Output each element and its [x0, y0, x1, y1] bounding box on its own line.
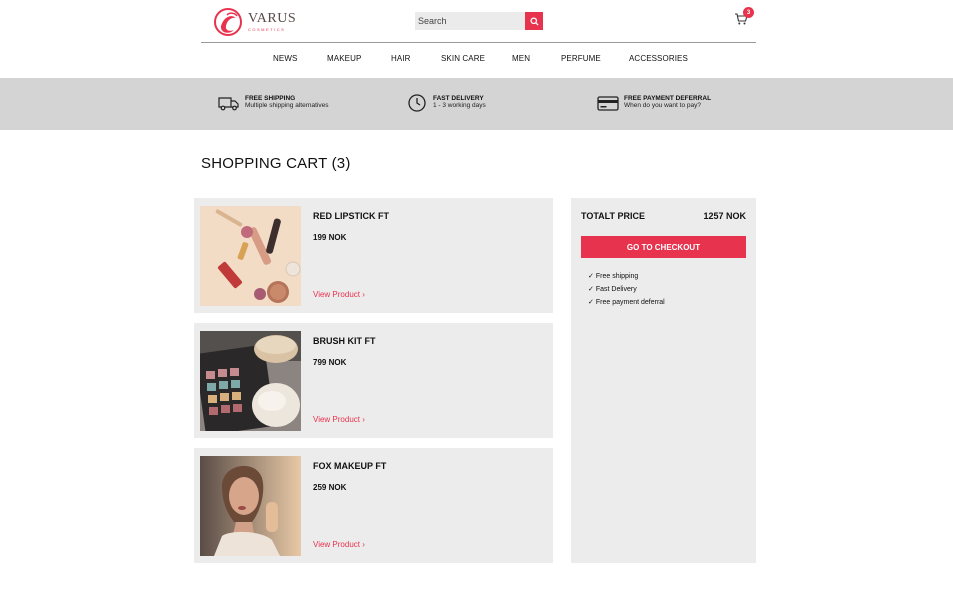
nav-item-makeup[interactable]: MAKEUP: [327, 54, 361, 63]
credit-card-icon: [597, 93, 619, 113]
cart-item: BRUSH KIT FT 799 NOK View Product ›: [194, 323, 553, 438]
cart-item: RED LIPSTICK FT 199 NOK View Product ›: [194, 198, 553, 313]
logo-emblem-icon: [214, 8, 242, 36]
product-name[interactable]: BRUSH KIT FT: [313, 336, 376, 346]
nav-item-hair[interactable]: HAIR: [391, 54, 411, 63]
feature-fast-delivery: FAST DELIVERY 1 - 3 working days: [406, 93, 486, 113]
feature-subtitle: Multiple shipping alternatives: [245, 102, 329, 109]
cart-item: FOX MAKEUP FT 259 NOK View Product ›: [194, 448, 553, 563]
perk-label: Fast Delivery: [595, 286, 637, 293]
total-price-label: TOTALT PRICE: [581, 211, 645, 221]
clock-icon: [406, 93, 428, 113]
feature-subtitle: When do you want to pay?: [624, 102, 701, 109]
cart-button[interactable]: 3: [734, 7, 754, 28]
search-bar: [415, 12, 543, 30]
perk-item: ✓ Fast Delivery: [588, 283, 665, 296]
view-product-link[interactable]: View Product ›: [313, 540, 365, 549]
brand-tagline: COSMETICS: [248, 27, 286, 32]
perk-label: Free payment deferral: [595, 299, 665, 306]
perk-item: ✓ Free payment deferral: [588, 296, 665, 309]
cart-count-badge: 3: [743, 7, 754, 18]
feature-free-shipping: FREE SHIPPING Multiple shipping alternat…: [218, 93, 328, 113]
check-icon: ✓: [588, 286, 594, 293]
product-image[interactable]: [200, 206, 301, 306]
product-image[interactable]: [200, 456, 301, 556]
product-name[interactable]: RED LIPSTICK FT: [313, 211, 389, 221]
view-product-link[interactable]: View Product ›: [313, 415, 365, 424]
nav-item-perfume[interactable]: PERFUME: [561, 54, 601, 63]
site-header: VARUS COSMETICS 3: [201, 0, 756, 43]
search-input[interactable]: [415, 12, 525, 30]
perk-item: ✓ Free shipping: [588, 270, 665, 283]
check-icon: ✓: [588, 299, 594, 306]
nav-item-accessories[interactable]: ACCESSORIES: [629, 54, 688, 63]
checkout-button[interactable]: GO TO CHECKOUT: [581, 236, 746, 258]
total-price-value: 1257 NOK: [703, 211, 746, 221]
feature-subtitle: 1 - 3 working days: [433, 102, 486, 109]
view-product-link[interactable]: View Product ›: [313, 290, 365, 299]
search-icon: [529, 16, 539, 26]
product-price: 259 NOK: [313, 483, 347, 492]
features-band: FREE SHIPPING Multiple shipping alternat…: [0, 78, 953, 130]
nav-item-skin-care[interactable]: SKIN CARE: [441, 54, 485, 63]
feature-payment-deferral: FREE PAYMENT DEFERRAL When do you want t…: [597, 93, 711, 113]
product-price: 799 NOK: [313, 358, 347, 367]
brand-name: VARUS: [248, 11, 297, 26]
nav-item-news[interactable]: NEWS: [273, 54, 297, 63]
perk-label: Free shipping: [595, 273, 639, 280]
delivery-truck-icon: [218, 93, 240, 113]
order-summary: TOTALT PRICE 1257 NOK GO TO CHECKOUT ✓ Fr…: [571, 198, 756, 563]
search-button[interactable]: [525, 12, 543, 30]
perks-list: ✓ Free shipping ✓ Fast Delivery ✓ Free paym…: [588, 270, 665, 309]
check-icon: ✓: [588, 273, 594, 280]
nav-item-men[interactable]: MEN: [512, 54, 530, 63]
page-title: SHOPPING CART (3): [201, 155, 351, 172]
product-image[interactable]: [200, 331, 301, 431]
product-name[interactable]: FOX MAKEUP FT: [313, 461, 386, 471]
brand-logo[interactable]: VARUS COSMETICS: [212, 6, 296, 38]
main-nav: NEWS MAKEUP HAIR SKIN CARE MEN PERFUME A…: [0, 54, 953, 66]
product-price: 199 NOK: [313, 233, 347, 242]
